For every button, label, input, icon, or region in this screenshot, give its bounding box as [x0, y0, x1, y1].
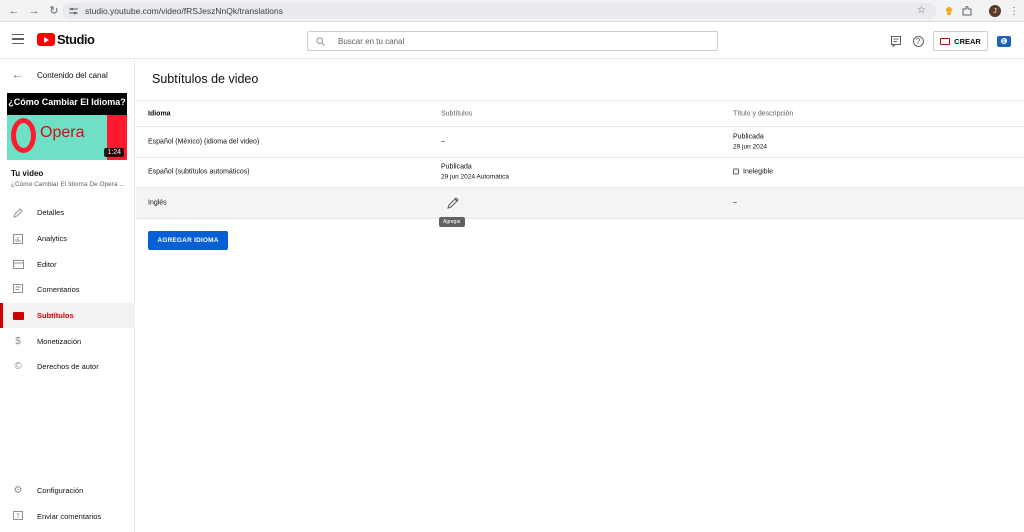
table-row: Español (México) (idioma del video) – Pu…	[136, 127, 1024, 158]
gear-icon: ⚙	[13, 485, 23, 497]
address-bar[interactable]: studio.youtube.com/video/fRSJeszNnQk/tra…	[62, 3, 936, 19]
logo-text: Studio	[57, 32, 95, 47]
site-info-icon[interactable]	[69, 6, 79, 16]
sidebar-item-settings[interactable]: ⚙ Configuración	[0, 478, 135, 504]
copyright-icon: ©	[14, 361, 22, 373]
comments-icon	[11, 283, 25, 297]
title-description-cell: Inelegible	[733, 168, 773, 176]
search-icon	[316, 36, 336, 46]
create-button-label: CREAR	[954, 36, 981, 46]
reload-icon[interactable]: ↻	[46, 3, 62, 19]
svg-text:$: $	[1002, 39, 1005, 45]
sidebar-bottom: ⚙ Configuración Enviar comentarios	[0, 478, 135, 529]
help-icon[interactable]: ?	[911, 34, 925, 48]
your-video-label: Tu video	[11, 169, 44, 178]
studio-logo[interactable]: Studio	[37, 32, 95, 47]
sidebar-item-label: Derechos de autor	[37, 362, 99, 372]
status-text: Publicada	[733, 133, 764, 141]
feedback-icon	[11, 510, 25, 524]
add-tooltip: Agregar	[439, 217, 465, 227]
status-text: Inelegible	[743, 168, 773, 176]
page-title: Subtítulos de video	[152, 72, 259, 86]
sidebar-item-label: Detalles	[37, 208, 65, 218]
sidebar-item-label: Enviar comentarios	[37, 512, 102, 522]
sidebar-item-comments[interactable]: Comentarios	[0, 277, 135, 303]
status-date: 29 jun 2024 Automática	[441, 173, 509, 181]
main-content: Subtítulos de video Idioma Subtítulos Tí…	[136, 60, 1024, 532]
status-date: 29 jun 2024	[733, 143, 767, 151]
sidebar-item-label: Analytics	[37, 234, 68, 244]
editor-icon	[11, 257, 25, 271]
sidebar-item-label: Comentarios	[37, 285, 80, 295]
dollar-icon: $	[15, 335, 21, 347]
title-description-cell[interactable]: Publicada 29 jun 2024	[733, 133, 767, 150]
sidebar-item-monetization[interactable]: $ Monetización	[0, 328, 135, 354]
sidebar: ← Contenido del canal ¿Cómo Cambiar El I…	[0, 60, 135, 532]
subtitles-cell[interactable]: Publicada 29 jun 2024 Automática	[441, 164, 509, 181]
column-header-title-description: Título y descripción	[733, 110, 794, 117]
table-row: Español (subtítulos automáticos) Publica…	[136, 158, 1024, 188]
video-title: ¿Cómo Cambiar El Idioma De Opera ...	[11, 181, 125, 188]
video-camera-icon	[940, 37, 951, 45]
search-input[interactable]	[338, 36, 708, 46]
title-description-cell[interactable]: –	[733, 199, 737, 206]
sidebar-menu: Detalles Analytics Editor Comentarios Su…	[0, 200, 135, 380]
sidebar-item-send-feedback[interactable]: Enviar comentarios	[0, 504, 135, 530]
language-cell: Español (México) (idioma del video)	[148, 138, 260, 146]
url-text: studio.youtube.com/video/fRSJeszNnQk/tra…	[85, 6, 283, 16]
browser-toolbar: ← → ↻ studio.youtube.com/video/fRSJeszNn…	[0, 0, 1024, 22]
table-header: Idioma Subtítulos Título y descripción	[136, 101, 1024, 127]
opera-logo-icon	[11, 118, 36, 153]
video-thumbnail[interactable]: ¿Cómo Cambiar El Idioma? Opera 1:24	[7, 93, 127, 160]
lock-icon	[733, 168, 739, 175]
profile-avatar[interactable]: J	[988, 4, 1002, 18]
sidebar-item-subtitles[interactable]: Subtítulos	[0, 302, 135, 329]
subtitles-icon	[11, 309, 25, 323]
kebab-menu-icon[interactable]: ⋮	[1007, 4, 1021, 18]
forward-arrow-icon[interactable]: →	[26, 3, 42, 19]
extension-icon[interactable]	[942, 4, 956, 18]
back-to-content[interactable]: ← Contenido del canal	[0, 66, 135, 84]
puzzle-icon[interactable]	[960, 4, 974, 18]
column-header-language: Idioma	[148, 110, 171, 117]
feedback-icon[interactable]	[889, 34, 903, 48]
sidebar-item-editor[interactable]: Editor	[0, 251, 135, 277]
sidebar-item-analytics[interactable]: Analytics	[0, 226, 135, 252]
edit-pencil-icon[interactable]	[446, 196, 460, 210]
pencil-icon	[11, 206, 25, 220]
channel-avatar[interactable]: $	[996, 33, 1012, 48]
language-cell: Inglés	[148, 199, 167, 207]
column-header-subtitles: Subtítulos	[441, 110, 473, 117]
sidebar-item-details[interactable]: Detalles	[0, 200, 135, 226]
sidebar-item-label: Editor	[37, 259, 57, 269]
subtitles-cell[interactable]: –	[441, 138, 445, 145]
thumbnail-title: ¿Cómo Cambiar El Idioma?	[8, 97, 126, 107]
table-row: Inglés Agregar –	[136, 188, 1024, 227]
sidebar-item-copyright[interactable]: © Derechos de autor	[0, 354, 135, 380]
sidebar-item-label: Monetización	[37, 336, 82, 346]
sidebar-item-label: Subtítulos	[37, 311, 74, 321]
create-button[interactable]: CREAR	[933, 31, 988, 51]
analytics-icon	[11, 232, 25, 246]
back-arrow-icon: ←	[12, 69, 23, 81]
add-language-button[interactable]: AGREGAR IDIOMA	[148, 231, 228, 250]
back-arrow-icon[interactable]: ←	[6, 3, 22, 19]
sidebar-item-label: Configuración	[37, 486, 84, 496]
back-label: Contenido del canal	[37, 70, 108, 80]
language-cell: Español (subtítulos automáticos)	[148, 168, 250, 176]
studio-header: Studio ? CREAR $	[0, 22, 1024, 59]
thumbnail-brand: Opera	[40, 124, 85, 141]
search-box[interactable]	[307, 31, 718, 51]
bookmark-star-icon[interactable]: ☆	[917, 5, 926, 16]
video-duration: 1:24	[104, 148, 124, 157]
status-text: Publicada	[441, 163, 472, 171]
hamburger-menu-icon[interactable]	[12, 34, 24, 44]
youtube-play-icon	[37, 33, 55, 46]
subtitles-table: Idioma Subtítulos Título y descripción E…	[136, 100, 1024, 227]
